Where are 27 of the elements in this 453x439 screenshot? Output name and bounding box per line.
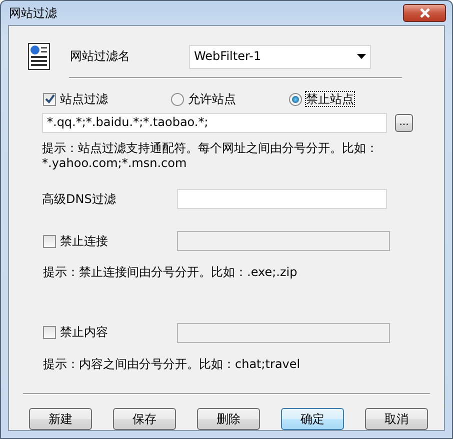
- site-filter-checkbox[interactable]: 站点过滤: [43, 92, 171, 106]
- web-page-icon: [28, 43, 50, 70]
- filter-name-label: 网站过滤名: [70, 49, 131, 64]
- radio-option[interactable]: 允许站点: [171, 92, 289, 106]
- site-filter-hint: 提示：站点过滤支持通配符。每个网址之间由分号分开。比如：*.yahoo.com;*.msn.com: [42, 141, 379, 170]
- dialog-button[interactable]: 取消: [365, 408, 428, 430]
- block-content-hint: 提示：内容之间由分号分开。比如：chat;travel: [43, 356, 302, 371]
- radio-option[interactable]: 禁止站点: [289, 92, 407, 106]
- block-connection-hint: 提示：禁止连接间由分号分开。比如：.exe;.zip: [43, 265, 298, 280]
- window-title: 网站过滤: [9, 6, 57, 20]
- site-list-field[interactable]: *.qq.*;*.baidu.*;*.taobao.*;: [42, 113, 387, 134]
- dialog-button[interactable]: 新建: [29, 408, 92, 430]
- dns-filter-label: 高级DNS过滤: [42, 192, 117, 206]
- dialog-button[interactable]: 删除: [197, 408, 260, 430]
- check-icon: [44, 94, 54, 104]
- filter-name-dropdown[interactable]: WebFilter-1: [189, 44, 371, 69]
- block-content-checkbox[interactable]: 禁止内容: [43, 325, 177, 340]
- caret-icon: [357, 54, 366, 60]
- block-connection-field[interactable]: [177, 231, 390, 252]
- browse-button[interactable]: ...: [395, 114, 413, 132]
- close-button[interactable]: [403, 4, 446, 22]
- close-icon: [418, 8, 430, 18]
- block-content-field[interactable]: [177, 322, 390, 343]
- block-connection-checkbox[interactable]: 禁止连接: [43, 234, 177, 248]
- dns-filter-field[interactable]: [177, 189, 387, 210]
- dialog-button[interactable]: 保存: [113, 408, 176, 430]
- dialog-button[interactable]: 确定: [281, 408, 344, 430]
